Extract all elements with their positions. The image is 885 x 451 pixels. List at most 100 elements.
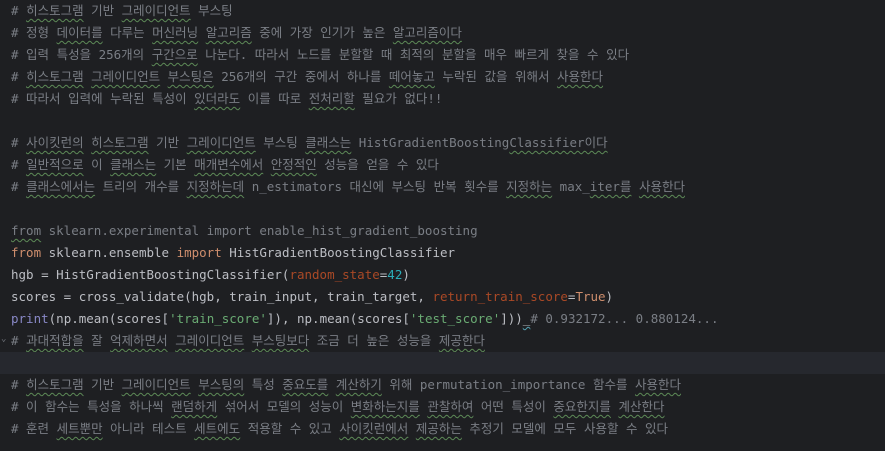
code-token: scores = cross_validate(hgb, train_input… xyxy=(11,289,433,304)
code-token: 떼어놓고 xyxy=(388,69,435,84)
code-line[interactable]: # 정형 데이터를 다루는 머신러닝 알고리즘 중에 가장 인기가 높은 알고리… xyxy=(11,22,881,44)
code-token: 전처리할 xyxy=(308,91,355,106)
code-token: 매개변수에서 xyxy=(194,157,264,172)
code-token: # 이 함수는 특성을 하나씩 xyxy=(11,399,172,414)
code-token: sklearn.experimental import enable_hist_… xyxy=(41,223,478,238)
code-line[interactable]: # 훈련 세트뿐만 아니라 테스트 세트에도 적용할 수 있고 사이킷런에서 제… xyxy=(11,418,881,440)
code-line[interactable]: # 히스토그램 그레이디언트 부스팅은 256개의 구간 중에서 하나를 떼어놓… xyxy=(11,66,881,88)
code-token: 나눈다. 따라서 노드를 분할할 때 최적의 분할을 매우 빠르게 찾을 수 있… xyxy=(197,47,630,62)
code-token: 알고리즘이다 xyxy=(392,25,462,40)
code-line[interactable]: # 따라서 입력에 누락된 특성이 있더라도 이를 따로 전처리할 필요가 없다… xyxy=(11,88,881,110)
code-line[interactable]: from sklearn.ensemble import HistGradien… xyxy=(11,242,881,264)
code-token: 'train_score' xyxy=(169,311,267,326)
code-token: 히스토그램 xyxy=(26,3,84,18)
code-token: 그레이디언트 xyxy=(186,135,256,150)
code-token: # 0.932172... 0.880124... xyxy=(530,311,719,326)
code-token: 있더라도 xyxy=(194,91,241,106)
code-token: 중에 가장 인기가 높은 xyxy=(251,25,393,40)
code-token: # 입력 특성을 256개의 xyxy=(11,47,152,62)
code-token: n_estimators 대신에 부스팅 반복 횟수를 xyxy=(244,179,507,194)
code-token: 부스팅 xyxy=(190,3,233,18)
code-token: 알고리즘 xyxy=(205,25,252,40)
code-token: 아니라 테스트 xyxy=(102,421,195,436)
code-token: 섞어서 모델의 성능이 xyxy=(217,399,351,414)
code-line[interactable]: # 이 함수는 특성을 하나씩 랜덤하게 섞어서 모델의 성능이 변화하는지를 … xyxy=(11,396,881,418)
code-token: 계산하기 xyxy=(335,377,382,392)
code-token: 잘 xyxy=(83,333,111,348)
code-token: 사용한다 xyxy=(635,377,682,392)
code-token: (np.mean(scores[ xyxy=(48,311,170,326)
code-editor[interactable]: ⌄ # 히스토그램 기반 그레이디언트 부스팅 # 정형 데이터를 다루는 머신러… xyxy=(0,0,885,451)
code-token: 부스팅보다 xyxy=(251,333,310,348)
code-token: 'test_score' xyxy=(409,311,501,326)
code-line[interactable]: # 사이킷런의 히스토그램 기반 그레이디언트 부스팅 클래스는 HistGra… xyxy=(11,132,881,154)
code-line[interactable]: hgb = HistGradientBoostingClassifier(ran… xyxy=(11,264,881,286)
code-line[interactable]: from sklearn.experimental import enable_… xyxy=(11,220,881,242)
code-token: sklearn.ensemble xyxy=(41,245,177,260)
code-line[interactable] xyxy=(0,352,885,374)
code-line[interactable]: print(np.mean(scores['train_score']), np… xyxy=(11,308,881,330)
code-token: 부스팅은 xyxy=(167,69,214,84)
code-token: 조금 더 높은 성능을 xyxy=(309,333,439,348)
chevron-down-icon[interactable]: ⌄ xyxy=(1,334,9,344)
code-token: 계산한다 xyxy=(618,399,665,414)
code-token: 어떤 특성이 xyxy=(473,399,554,414)
code-token: 사용한다 xyxy=(557,69,604,84)
code-line[interactable]: scores = cross_validate(hgb, train_input… xyxy=(11,286,881,308)
code-token: 기반 xyxy=(148,135,187,150)
code-token: ) xyxy=(605,289,614,304)
code-token: 사이킷런의 xyxy=(26,135,84,150)
code-token: # xyxy=(11,377,27,392)
code-line[interactable]: # 히스토그램 기반 그레이디언트 부스팅 xyxy=(11,0,881,22)
code-token: 적용할 수 있고 xyxy=(240,421,340,436)
code-token: 히스토그램 xyxy=(26,377,84,392)
code-token: 구간으로 xyxy=(151,47,198,62)
code-line[interactable]: # 히스토그램 기반 그레이디언트 부스팅의 특성 중요도를 계산하기 위해 p… xyxy=(11,374,881,396)
code-token: 256개의 구간 중에서 하나를 xyxy=(213,69,389,84)
code-line[interactable]: # 일반적으로 이 클래스는 기본 매개변수에서 안정적인 성능을 얻을 수 있… xyxy=(11,154,881,176)
code-token: iter를 xyxy=(589,179,632,194)
code-token: 변화하는지를 xyxy=(350,399,420,414)
code-token: 안정적인 xyxy=(270,157,317,172)
code-token: HistGradientBoostingClassifier xyxy=(221,245,456,260)
code-token: Classifier이다 xyxy=(509,135,608,150)
code-line[interactable]: # 입력 특성을 256개의 구간으로 나눈다. 따라서 노드를 분할할 때 최… xyxy=(11,44,881,66)
code-token: 제공하는 xyxy=(415,421,462,436)
code-token: # xyxy=(11,69,27,84)
code-token: 머신러닝 xyxy=(152,25,199,40)
code-token: 추정기 모델에 모두 사용할 수 있다 xyxy=(461,421,669,436)
code-token: 히스토그램 xyxy=(26,69,84,84)
code-token: 클래스에서는 xyxy=(26,179,96,194)
code-token: 클래스는 xyxy=(305,135,352,150)
code-line[interactable]: # 클래스에서는 트리의 개수를 지정하는데 n_estimators 대신에 … xyxy=(11,176,881,198)
code-token: ])) xyxy=(500,311,523,326)
code-line[interactable] xyxy=(11,198,881,220)
code-token: import xyxy=(176,245,222,260)
code-token: 지정하는 xyxy=(506,179,553,194)
code-token: 누락된 값을 위해서 xyxy=(434,69,558,84)
code-line[interactable] xyxy=(11,110,881,132)
code-token: 중요도를 xyxy=(282,377,329,392)
code-token: 그레이디언트 xyxy=(121,3,191,18)
code-token: 성능을 얻을 수 있다 xyxy=(316,157,439,172)
code-line[interactable]: # 과대적합을 잘 억제하면서 그레이디언트 부스팅보다 조금 더 높은 성능을… xyxy=(11,330,881,352)
code-token: 기반 xyxy=(83,3,122,18)
code-token: 위해 permutation_importance 함수를 xyxy=(381,377,635,392)
code-token: # 훈련 xyxy=(11,421,57,436)
code-token: HistGradientBoosting xyxy=(351,135,510,150)
code-token: 이를 따로 xyxy=(240,91,309,106)
code-token: 관찰하여 xyxy=(427,399,474,414)
code-token: from xyxy=(11,223,42,238)
code-token: # 정형 xyxy=(11,25,57,40)
code-token: 부스팅 xyxy=(255,135,306,150)
code-token: from xyxy=(11,245,42,260)
code-token: 억제하면서 xyxy=(110,333,168,348)
code-token: 필요가 없다!! xyxy=(354,91,443,106)
